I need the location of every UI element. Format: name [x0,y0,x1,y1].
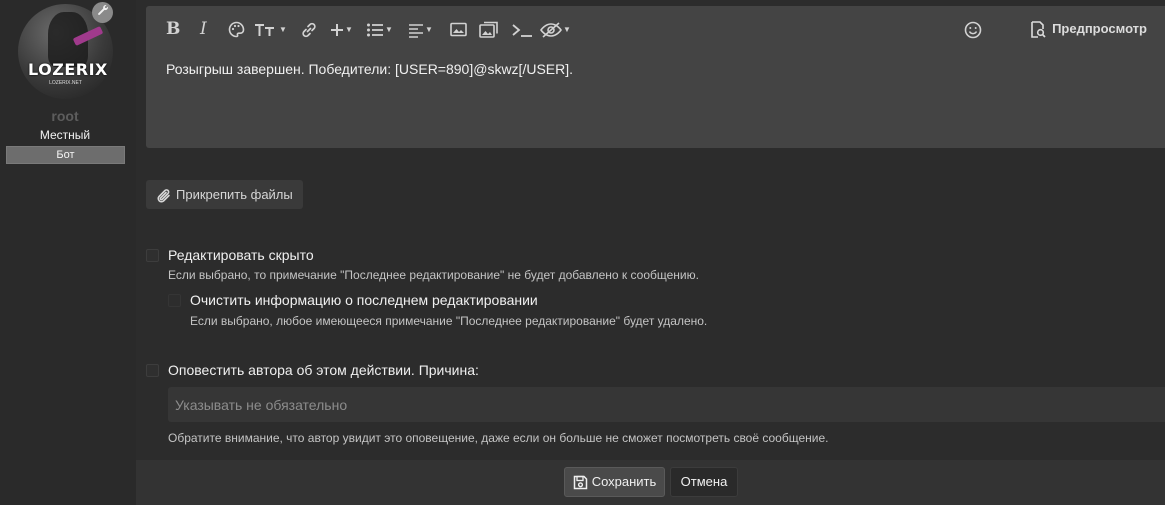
preview-button[interactable]: Предпросмотр [1030,18,1147,40]
editor-content[interactable]: Розыгрыш завершен. Победители: [USER=890… [166,61,573,77]
save-label: Сохранить [591,474,657,489]
silent-edit-hint: Если выбрано, то примечание "Последнее р… [168,268,699,282]
reason-input[interactable] [168,387,1165,422]
link-icon[interactable] [300,18,318,40]
clear-edit-checkbox[interactable] [168,294,181,307]
attach-files-button[interactable]: Прикрепить файлы [146,180,303,209]
font-size-icon[interactable]: ▼ [254,18,287,40]
preview-label: Предпросмотр [1052,21,1147,36]
wrench-icon[interactable] [92,2,113,23]
image-icon[interactable] [450,18,467,40]
preview-icon [1031,21,1046,38]
bold-icon[interactable]: B [166,18,180,40]
spoiler-icon[interactable]: ▼ [540,18,571,40]
insert-icon[interactable]: ▼ [330,18,353,40]
silent-edit-checkbox[interactable] [146,249,159,262]
username[interactable]: root [0,108,130,124]
notify-author-label[interactable]: Оповестить автора об этом действии. Прич… [168,362,479,378]
avatar-logo-text: LOZERIX [28,60,108,79]
silent-edit-label[interactable]: Редактировать скрыто [168,247,314,263]
italic-icon[interactable]: I [200,18,207,40]
cancel-button[interactable]: Отмена [670,467,738,497]
attach-files-label: Прикрепить файлы [176,187,293,202]
save-button[interactable]: Сохранить [564,467,665,497]
list-icon[interactable]: ▼ [366,18,393,40]
message-editor[interactable]: B I ▼ ▼ ▼ ▼ ▼ Предпросмотр Розыгрыш заве… [146,6,1165,148]
save-icon [573,475,587,490]
smiley-icon[interactable] [964,18,982,40]
user-title: Местный [39,128,91,142]
clear-edit-label[interactable]: Очистить информацию о последнем редактир… [190,292,538,308]
notify-author-checkbox[interactable] [146,364,159,377]
editor-toolbar: B I ▼ ▼ ▼ ▼ ▼ Предпросмотр [146,6,1165,52]
palette-icon[interactable] [228,18,245,40]
avatar-logo-subtext: LOZERIX.NET [49,80,82,86]
align-icon[interactable]: ▼ [408,18,433,40]
paperclip-icon [157,188,170,203]
clear-edit-hint: Если выбрано, любое имеющееся примечание… [190,314,708,328]
code-icon[interactable] [511,18,533,40]
media-icon[interactable] [479,18,499,40]
notify-author-hint: Обратите внимание, что автор увидит это … [168,431,829,445]
user-banner: Бот [6,146,125,164]
user-panel: LOZERIX LOZERIX.NET root Местный Бот [0,0,136,505]
